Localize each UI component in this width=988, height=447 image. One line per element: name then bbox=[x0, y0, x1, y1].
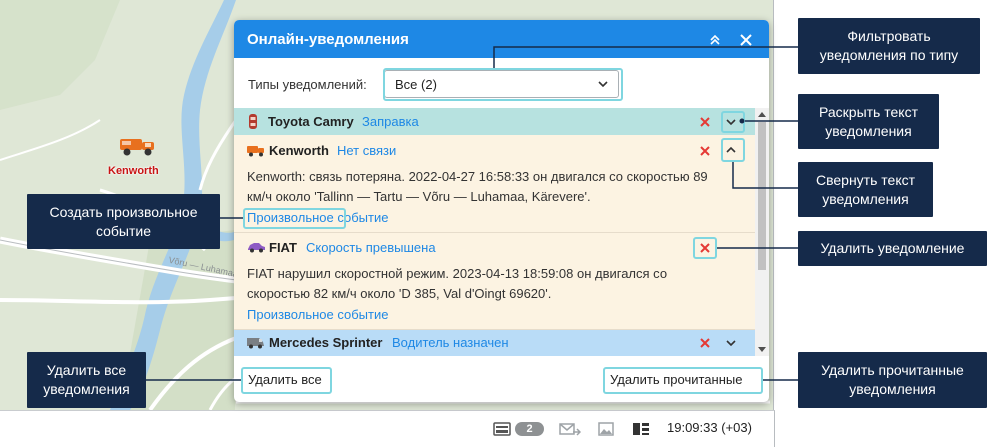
callout-collapse-text: Свернуть текст уведомления bbox=[798, 162, 933, 217]
kenworth-truck-icon[interactable] bbox=[118, 134, 158, 158]
expand-chevron-icon[interactable] bbox=[724, 336, 738, 350]
callout-filter-by-type: Фильтровать уведомления по типу bbox=[798, 18, 980, 74]
collapse-button-highlight bbox=[721, 138, 745, 162]
status-bar: 2 19:09:33 (+03) bbox=[0, 410, 775, 447]
map-marker-label: Kenworth bbox=[108, 165, 159, 177]
notification-type: Водитель назначен bbox=[392, 335, 509, 350]
truck-icon bbox=[247, 146, 264, 157]
callout-expand-text: Раскрыть текст уведомления bbox=[798, 94, 939, 149]
callout-delete-notification: Удалить уведомление bbox=[798, 231, 987, 266]
image-icon[interactable] bbox=[598, 422, 614, 436]
delete-notification-icon[interactable] bbox=[699, 145, 711, 157]
delete-notification-icon[interactable] bbox=[699, 337, 711, 349]
delete-read-highlight bbox=[603, 367, 763, 394]
callout-delete-all: Удалить все уведомления bbox=[27, 352, 146, 408]
panel-header[interactable]: Онлайн-уведомления bbox=[234, 20, 769, 58]
close-panel-icon[interactable] bbox=[738, 32, 754, 48]
unit-name: Toyota Camry bbox=[268, 114, 354, 129]
notification-item[interactable]: FIAT Скорость превышена FIAT нарушил ско… bbox=[234, 233, 755, 330]
status-time: 19:09:33 (+03) bbox=[667, 420, 752, 435]
scroll-up-arrow[interactable] bbox=[758, 112, 766, 117]
callout-delete-read: Удалить прочитанные уведомления bbox=[798, 352, 987, 408]
panel-title: Онлайн-уведомления bbox=[247, 31, 409, 48]
notifications-count-badge: 2 bbox=[515, 422, 544, 436]
unit-name: Kenworth bbox=[269, 143, 329, 158]
collapse-panel-icon[interactable] bbox=[707, 32, 723, 48]
unit-name: FIAT bbox=[269, 240, 297, 255]
notification-type: Заправка bbox=[362, 114, 419, 129]
filter-label: Типы уведомлений: bbox=[248, 77, 367, 92]
custom-event-highlight bbox=[243, 208, 346, 229]
notification-type: Скорость превышена bbox=[306, 240, 436, 255]
notifications-icon[interactable] bbox=[493, 422, 511, 436]
notification-list-scrollbar[interactable] bbox=[755, 108, 769, 356]
scroll-down-arrow[interactable] bbox=[758, 347, 766, 352]
scrollbar-thumb[interactable] bbox=[758, 122, 766, 270]
messages-icon[interactable] bbox=[559, 422, 581, 438]
notification-list[interactable]: Toyota Camry Заправка Kenworth Нет связи… bbox=[234, 108, 755, 356]
notification-item[interactable]: Mercedes Sprinter Водитель назначен bbox=[234, 330, 755, 356]
notification-type: Нет связи bbox=[337, 143, 397, 158]
filter-select-highlight bbox=[383, 68, 623, 101]
delete-all-highlight bbox=[241, 367, 332, 394]
expand-button-highlight bbox=[721, 111, 745, 133]
unit-name: Mercedes Sprinter bbox=[269, 335, 383, 350]
van-icon bbox=[247, 338, 264, 349]
notification-text: Kenworth: связь потеряна. 2022-04-27 16:… bbox=[247, 169, 708, 204]
delete-notification-icon[interactable] bbox=[699, 116, 711, 128]
notification-item[interactable]: Toyota Camry Заправка bbox=[234, 108, 755, 135]
notification-text: FIAT нарушил скоростной режим. 2023-04-1… bbox=[247, 266, 668, 301]
screenshot-stage: Kenworth Võru — Luhamaa 2 19:09:33 (+03) bbox=[0, 0, 988, 447]
layout-icon[interactable] bbox=[632, 422, 650, 436]
custom-event-link[interactable]: Произвольное событие bbox=[247, 307, 388, 322]
delete-button-highlight bbox=[693, 237, 717, 259]
car-icon bbox=[249, 114, 257, 129]
car-icon bbox=[248, 243, 265, 253]
callout-create-custom-event: Создать произвольное событие bbox=[27, 194, 220, 249]
